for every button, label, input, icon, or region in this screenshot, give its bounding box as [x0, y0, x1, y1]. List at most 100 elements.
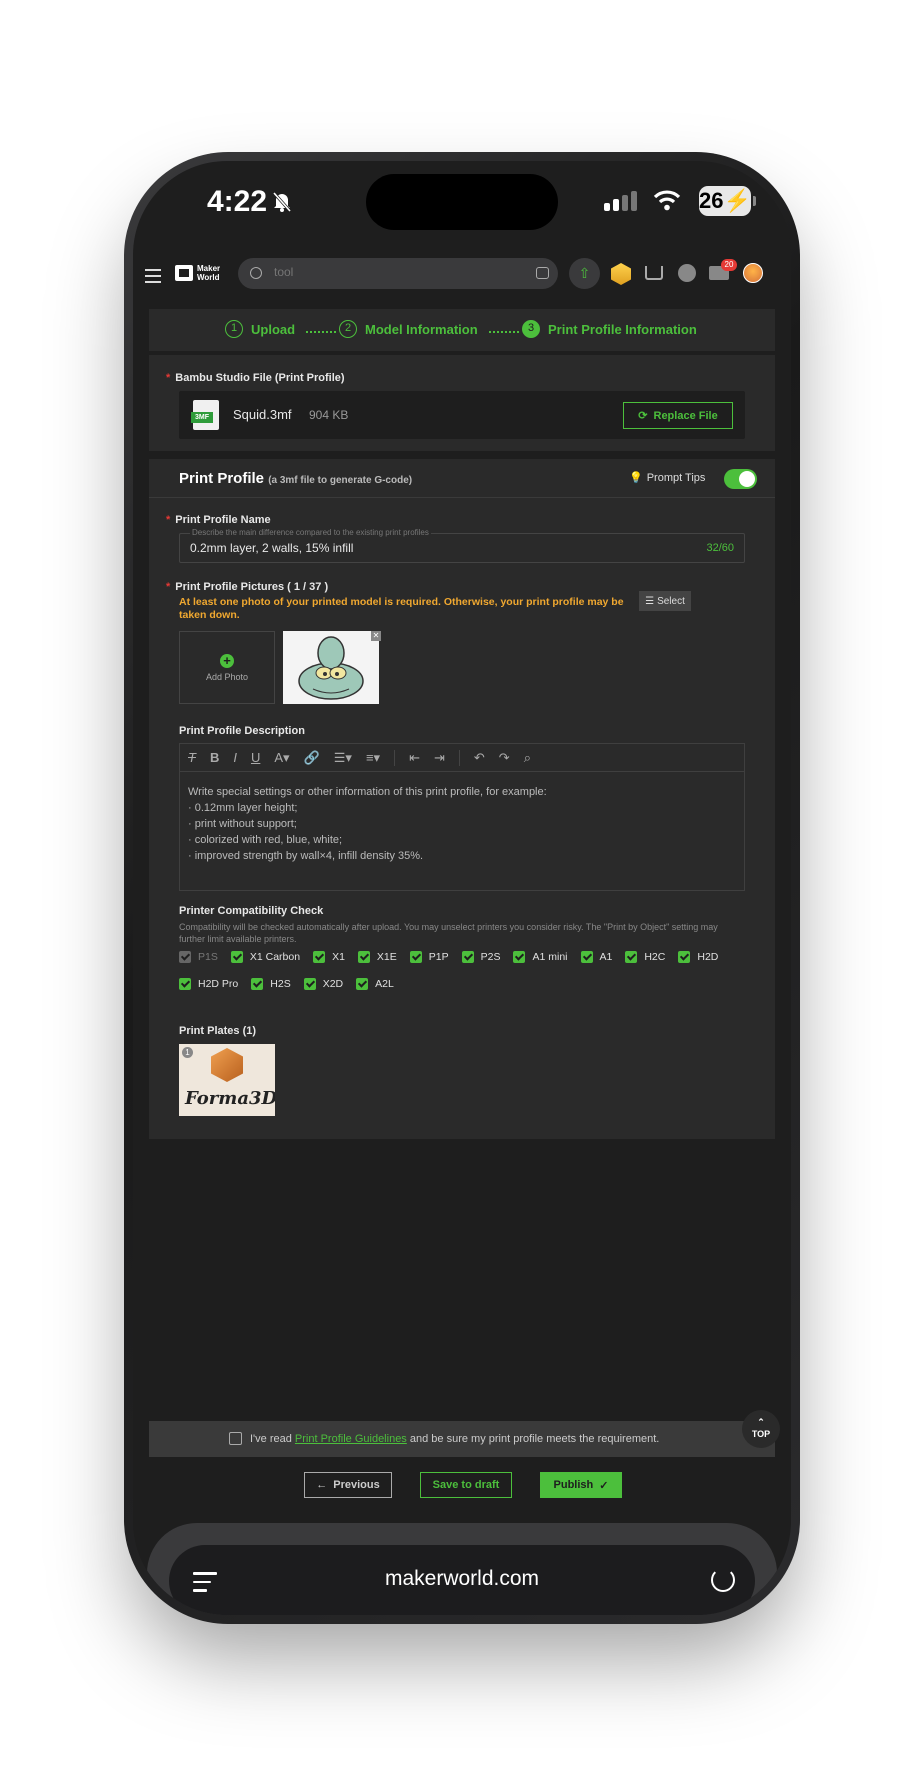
redo-icon[interactable]: ↷ [499, 750, 510, 766]
underline-icon[interactable]: U [251, 750, 260, 765]
printer-option[interactable]: H2D [678, 950, 718, 963]
printer-option[interactable]: H2C [625, 950, 665, 963]
printer-checkbox[interactable] [461, 950, 474, 963]
printer-name: X1 [332, 950, 345, 963]
back-to-top-button[interactable]: ⌃ TOP [742, 1410, 780, 1448]
profile-picture-thumbnail[interactable] [283, 631, 379, 704]
printer-checkbox[interactable] [625, 950, 638, 963]
printer-name: H2D Pro [198, 977, 239, 990]
refresh-icon: ⟳ [638, 410, 648, 422]
step-number: 3 [522, 320, 540, 338]
guidelines-link[interactable]: Print Profile Guidelines [295, 1433, 407, 1445]
step-connector [489, 331, 519, 333]
reload-icon[interactable] [711, 1568, 735, 1592]
battery-indicator: 26⚡ [699, 186, 751, 216]
address-bar[interactable]: makerworld.com [169, 1545, 755, 1615]
profile-name-input[interactable] [190, 541, 610, 555]
print-profile-card: Print Profile (a 3mf file to generate G-… [149, 459, 775, 1139]
printer-checkbox[interactable] [313, 950, 326, 963]
printer-checkbox[interactable] [409, 950, 422, 963]
indent-icon[interactable]: ⇥ [434, 750, 445, 766]
publish-button[interactable]: Publish ✓ [540, 1472, 622, 1498]
outdent-icon[interactable]: ⇤ [409, 750, 420, 766]
save-draft-button[interactable]: Save to draft [420, 1472, 512, 1498]
printer-option[interactable]: P1P [409, 950, 449, 963]
printer-checkbox[interactable] [513, 950, 526, 963]
points-hexagon-icon[interactable] [611, 263, 631, 285]
italic-icon[interactable]: I [233, 750, 237, 765]
plate-thumbnail[interactable]: 1 Forma3D [179, 1044, 275, 1116]
divider [149, 497, 775, 498]
printer-option[interactable]: A1 mini [513, 950, 568, 963]
step-print-profile-information[interactable]: 3 Print Profile Information [522, 320, 697, 338]
cart-icon[interactable] [645, 266, 663, 280]
printer-option[interactable]: X1 Carbon [230, 950, 300, 963]
3mf-file-icon: 3MF [191, 400, 219, 430]
agreement-checkbox[interactable] [229, 1432, 242, 1445]
printer-option[interactable]: A1 [580, 950, 612, 963]
dynamic-island [366, 174, 558, 230]
printer-option[interactable]: P1S [179, 950, 218, 963]
printer-checkbox[interactable] [580, 950, 593, 963]
compat-label: Printer Compatibility Check [179, 905, 324, 917]
site-header: MakerWorld ⇧ 20 [133, 251, 791, 301]
step-label: Model Information [365, 321, 478, 337]
form-actions: ← Previous Save to draft Publish ✓ [149, 1457, 775, 1512]
check-icon: ✓ [599, 1479, 609, 1492]
logo-text-2: World [197, 273, 220, 282]
printer-checkbox[interactable] [678, 950, 691, 963]
replace-file-button[interactable]: ⟳ Replace File [623, 402, 733, 429]
avatar[interactable] [743, 263, 763, 283]
printer-option[interactable]: X2D [303, 977, 343, 990]
numbered-list-icon[interactable]: ≡▾ [366, 750, 380, 766]
agreement: I've read Print Profile Guidelines and b… [229, 1432, 659, 1445]
bold-icon[interactable]: B [210, 750, 219, 765]
globe-icon[interactable] [678, 264, 696, 282]
file-label: * Bambu Studio File (Print Profile) [166, 372, 345, 384]
printer-checkbox[interactable] [251, 977, 264, 990]
search-icon [250, 267, 262, 279]
find-replace-icon[interactable]: ⌕ [524, 750, 531, 766]
select-pictures-button[interactable]: ☰ Select [639, 591, 691, 611]
step-model-information[interactable]: 2 Model Information [339, 320, 478, 338]
printer-option[interactable]: H2D Pro [179, 977, 238, 990]
printer-option[interactable]: H2S [251, 977, 291, 990]
upload-button[interactable]: ⇧ [569, 258, 600, 289]
plate-number: 1 [182, 1047, 193, 1058]
printer-checkbox[interactable] [179, 977, 191, 990]
undo-icon[interactable]: ↶ [474, 750, 485, 766]
printer-option[interactable]: P2S [461, 950, 500, 963]
upload-steps: 1 Upload 2 Model Information 3 Print Pro… [149, 309, 775, 351]
printer-option[interactable]: A2L [356, 977, 394, 990]
bullet-list-icon[interactable]: ☰▾ [334, 750, 352, 766]
link-icon[interactable]: 🔗 [304, 750, 320, 766]
plates-label: Print Plates (1) [179, 1025, 257, 1037]
profile-name-hint: Describe the main difference compared to… [190, 528, 431, 537]
printer-checkbox[interactable] [179, 950, 191, 963]
printer-checkbox[interactable] [230, 950, 243, 963]
step-upload[interactable]: 1 Upload [225, 320, 295, 338]
search-bar[interactable] [238, 258, 558, 289]
font-color-icon[interactable]: A▾ [274, 750, 289, 766]
printer-checkbox[interactable] [356, 977, 369, 990]
menu-icon[interactable] [145, 269, 161, 287]
image-search-icon[interactable] [536, 267, 549, 279]
step-connector [306, 331, 336, 333]
previous-button[interactable]: ← Previous [304, 1472, 392, 1498]
editor-toolbar: T B I U A▾ 🔗 ☰▾ ≡▾ ⇤ ⇥ ↶ ↷ ⌕ [180, 744, 744, 772]
profile-name-field[interactable]: Describe the main difference compared to… [179, 528, 745, 563]
printer-checkbox[interactable] [357, 950, 370, 963]
search-input[interactable] [274, 265, 494, 279]
chevron-up-icon: ⌃ [757, 1417, 765, 1427]
prompt-tips-toggle[interactable] [724, 469, 757, 489]
remove-picture-icon[interactable]: ✕ [371, 631, 381, 641]
printer-option[interactable]: X1E [357, 950, 397, 963]
file-section: * Bambu Studio File (Print Profile) 3MF S… [149, 355, 775, 451]
clear-format-icon[interactable]: T [188, 750, 196, 765]
printer-checkbox[interactable] [303, 977, 316, 990]
description-placeholder[interactable]: Write special settings or other informat… [188, 784, 547, 864]
forma3d-logo-box [211, 1048, 243, 1082]
printer-option[interactable]: X1 [313, 950, 345, 963]
makerworld-logo[interactable]: Maker World [175, 264, 220, 282]
add-photo-button[interactable]: + Add Photo [179, 631, 275, 704]
